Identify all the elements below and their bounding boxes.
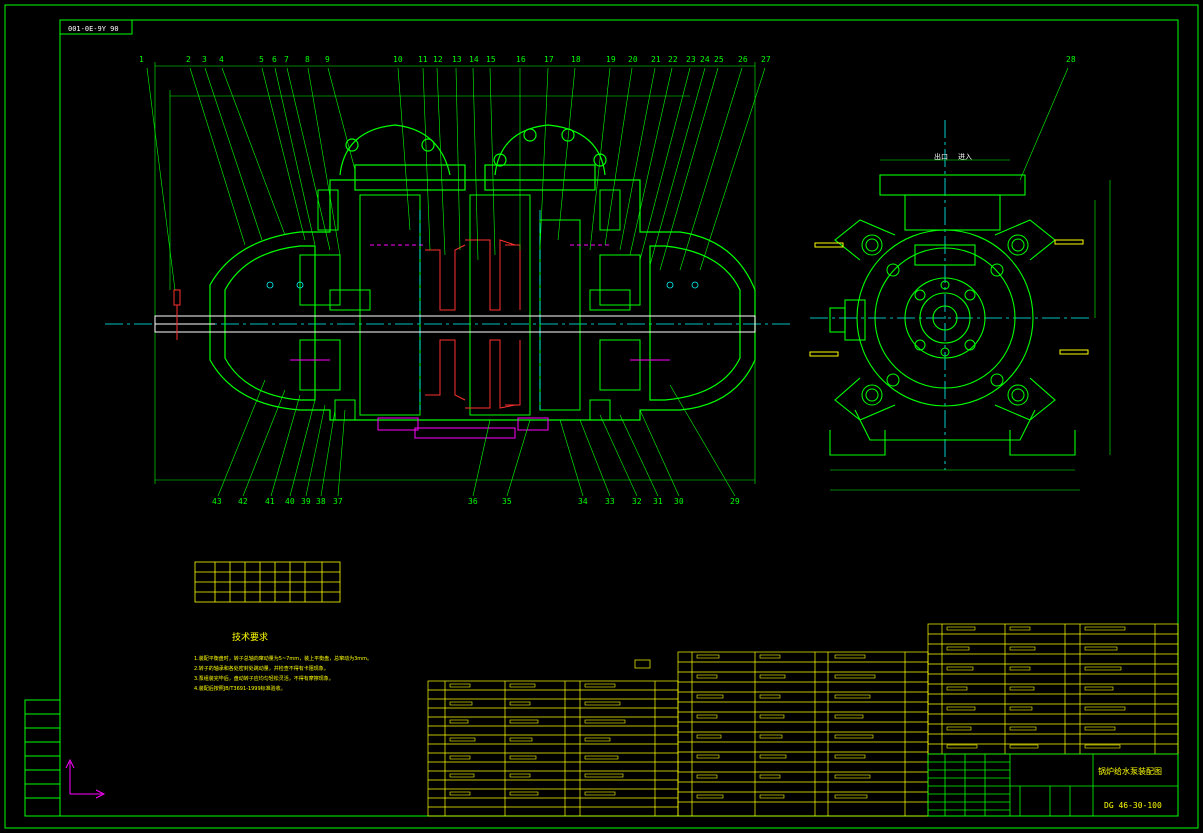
- part-no-10: 10: [393, 55, 403, 64]
- part-no-36: 36: [468, 497, 478, 506]
- part-no-18: 18: [571, 55, 581, 64]
- part-no-7: 7: [284, 55, 289, 64]
- part-no-25: 25: [714, 55, 724, 64]
- part-no-43: 43: [212, 497, 222, 506]
- part-no-8: 8: [305, 55, 310, 64]
- part-no-31: 31: [653, 497, 663, 506]
- part-no-23: 23: [686, 55, 696, 64]
- part-no-20: 20: [628, 55, 638, 64]
- part-no-2: 2: [186, 55, 191, 64]
- title-block-name: 锅炉给水泵装配图: [1098, 766, 1162, 776]
- tech-req-line-2: 2.转子的轴承和各处密封处跳动量，并检查不得有卡阻现象。: [194, 665, 329, 672]
- part-no-35: 35: [502, 497, 512, 506]
- part-no-3: 3: [202, 55, 207, 64]
- part-no-11: 11: [418, 55, 428, 64]
- pump-section-view: 1 2 3 4 5 6 7 8 9 10 11 12 13 14 15 16 1…: [105, 55, 790, 506]
- side-label-inlet: 进入: [958, 153, 972, 161]
- pump-side-view: 28 出口 进入: [809, 55, 1111, 491]
- part-no-5: 5: [259, 55, 264, 64]
- part-no-24: 24: [700, 55, 710, 64]
- part-no-33: 33: [605, 497, 615, 506]
- part-no-17: 17: [544, 55, 554, 64]
- part-no-38: 38: [316, 497, 326, 506]
- small-parameter-table: [194, 561, 341, 603]
- part-no-14: 14: [469, 55, 479, 64]
- tech-req-heading: 技术要求: [232, 631, 268, 643]
- part-no-26: 26: [738, 55, 748, 64]
- part-no-22: 22: [668, 55, 678, 64]
- part-no-16: 16: [516, 55, 526, 64]
- part-no-40: 40: [285, 497, 295, 506]
- part-no-4: 4: [219, 55, 224, 64]
- part-no-19: 19: [606, 55, 616, 64]
- part-no-34: 34: [578, 497, 588, 506]
- part-no-9: 9: [325, 55, 330, 64]
- technical-requirements: 技术要求 1.装配平衡盘时，转子总轴向窜动量为5~7mm，装上平衡盘，总窜动为3…: [194, 631, 372, 692]
- bill-of-materials: [427, 623, 1179, 817]
- side-label-outlet: 出口: [934, 152, 948, 161]
- part-no-1: 1: [139, 55, 144, 64]
- part-no-13: 13: [452, 55, 462, 64]
- part-no-27: 27: [761, 55, 771, 64]
- code-stamp: 001-0E-9Y 90: [68, 25, 119, 33]
- cad-drawing: 001-0E-9Y 90 1 2 3 4 5 6 7 8 9 10 11 12 …: [4, 4, 1199, 829]
- ucs-axis-icon: [65, 758, 106, 799]
- part-no-29: 29: [730, 497, 740, 506]
- part-no-12: 12: [433, 55, 443, 64]
- part-no-41: 41: [265, 497, 275, 506]
- title-block-code: DG 46-30-100: [1104, 801, 1162, 810]
- part-no-21: 21: [651, 55, 661, 64]
- part-no-37: 37: [333, 497, 343, 506]
- drawing-frame: [4, 4, 1199, 829]
- tech-req-line-3: 3.泵组装完毕后，盘动转子应均匀轻松灵活，不得有摩擦现象。: [194, 675, 334, 682]
- part-no-15: 15: [486, 55, 496, 64]
- part-no-39: 39: [301, 497, 311, 506]
- part-no-30: 30: [674, 497, 684, 506]
- part-no-6: 6: [272, 55, 277, 64]
- part-no-28: 28: [1066, 55, 1076, 64]
- part-no-32: 32: [632, 497, 642, 506]
- part-no-42: 42: [238, 497, 248, 506]
- tech-req-line-4: 4.装配后按照JB/T3691-1999标准验收。: [194, 685, 286, 692]
- tech-req-line-1: 1.装配平衡盘时，转子总轴向窜动量为5~7mm，装上平衡盘，总窜动为3mm。: [194, 655, 372, 662]
